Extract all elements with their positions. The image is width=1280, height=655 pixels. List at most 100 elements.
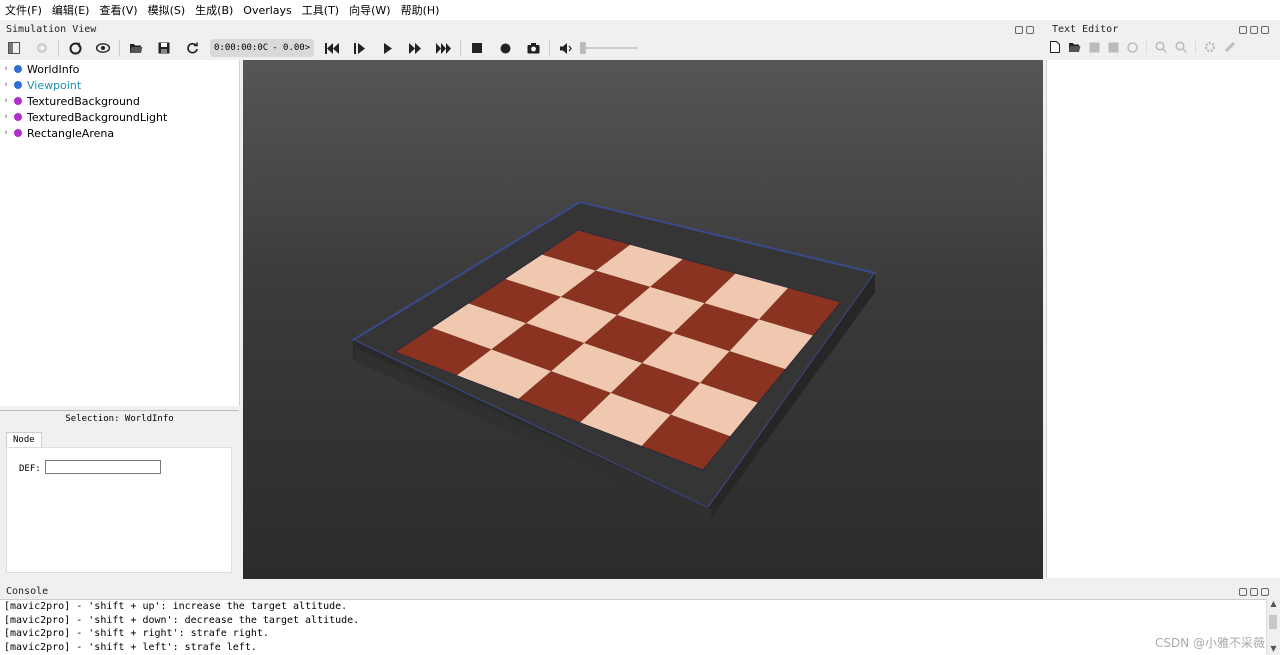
close-icon[interactable] [1026, 26, 1034, 34]
scrollbar-thumb[interactable] [1269, 615, 1277, 629]
toggle-scene-tree-button[interactable] [0, 38, 28, 58]
add-icon [37, 43, 47, 53]
text-editor-title: Text Editor [1052, 24, 1119, 35]
expand-arrow-icon[interactable]: › [0, 128, 12, 138]
screenshot-button[interactable] [519, 38, 547, 58]
def-label: DEF: [19, 464, 41, 474]
volume-slider[interactable] [580, 38, 640, 58]
tree-item-label: TexturedBackgroundLight [27, 110, 168, 124]
toolbar-separator [119, 40, 120, 56]
step-button[interactable] [346, 38, 374, 58]
replace-icon[interactable] [1175, 41, 1187, 53]
volume-track [582, 47, 639, 49]
field-editor-panel: Selection: WorldInfo Node DEF: [0, 410, 239, 579]
close-icon[interactable] [1261, 588, 1269, 596]
new-file-icon[interactable] [1050, 41, 1060, 53]
play-icon [384, 42, 393, 54]
save-file-icon[interactable] [1089, 42, 1100, 53]
menu-view[interactable]: 查看(V) [94, 2, 142, 18]
proto-dot-icon [14, 113, 22, 121]
float-icon[interactable] [1015, 26, 1023, 34]
menu-build[interactable]: 生成(B) [190, 2, 238, 18]
eye-icon [96, 43, 110, 53]
tree-item-label: Viewpoint [27, 78, 82, 92]
expand-arrow-icon[interactable]: › [0, 112, 12, 122]
simulation-time-display: 0:00:00:0C - 0.00> [210, 39, 315, 57]
volume-handle[interactable] [580, 42, 587, 54]
maximize-icon[interactable] [1250, 588, 1258, 596]
watermark: CSDN @小雅不采薇 [1155, 636, 1266, 650]
open-world-button[interactable] [122, 38, 150, 58]
float-icon[interactable] [1239, 26, 1247, 34]
reset-simulation-button[interactable] [178, 38, 206, 58]
simulation-speed: - 0.00> [272, 43, 311, 53]
menu-file[interactable]: 文件(F) [0, 2, 47, 18]
camera-icon [527, 42, 540, 53]
toolbar-separator [1146, 40, 1147, 54]
record-button[interactable] [491, 38, 519, 58]
console-title: Console [6, 586, 49, 597]
toolbar-separator [1195, 40, 1196, 54]
reload-world-button[interactable] [61, 38, 89, 58]
def-input[interactable] [45, 460, 161, 474]
text-editor-toolbar [1050, 40, 1236, 54]
stop-icon [472, 43, 483, 53]
fastest-button[interactable] [430, 38, 458, 58]
tree-item-worldinfo[interactable]: › WorldInfo [0, 61, 239, 77]
menu-bar: 文件(F) 编辑(E) 查看(V) 模拟(S) 生成(B) Overlays 工… [0, 0, 1280, 20]
tree-item-label: TexturedBackground [27, 94, 140, 108]
stop-recording-button[interactable] [463, 38, 491, 58]
find-icon[interactable] [1155, 41, 1167, 53]
menu-simulation[interactable]: 模拟(S) [143, 2, 191, 18]
toolbar-separator [58, 40, 59, 56]
record-icon [500, 43, 511, 53]
scroll-down-icon[interactable]: ▼ [1267, 644, 1280, 653]
fastest-icon [436, 42, 452, 54]
speaker-icon [560, 42, 572, 54]
add-node-button[interactable] [28, 38, 56, 58]
console-output[interactable]: [mavic2pro] - 'shift + up': increase the… [0, 599, 1266, 655]
menu-edit[interactable]: 编辑(E) [47, 2, 95, 18]
tree-item-viewpoint[interactable]: › Viewpoint [0, 77, 239, 93]
panel-icon [8, 42, 20, 54]
arena-scene [350, 200, 877, 522]
menu-help[interactable]: 帮助(H) [396, 2, 445, 18]
menu-overlays[interactable]: Overlays [238, 4, 297, 17]
step-back-button[interactable] [318, 38, 346, 58]
close-icon[interactable] [1261, 26, 1269, 34]
tree-item-texturedbackground[interactable]: › TexturedBackground [0, 93, 239, 109]
menu-tools[interactable]: 工具(T) [297, 2, 344, 18]
expand-arrow-icon[interactable]: › [0, 80, 12, 90]
menu-wizards[interactable]: 向导(W) [344, 2, 395, 18]
float-icon[interactable] [1239, 588, 1247, 596]
build-icon[interactable] [1204, 41, 1216, 53]
node-tab-content: DEF: [6, 447, 232, 573]
reload-world-icon [69, 42, 81, 54]
play-button[interactable] [374, 38, 402, 58]
proto-dot-icon [14, 97, 22, 105]
expand-arrow-icon[interactable]: › [0, 96, 12, 106]
toolbar-separator [549, 40, 551, 56]
mute-button[interactable] [552, 38, 580, 58]
save-as-icon[interactable] [1108, 42, 1119, 53]
view-options-button[interactable] [89, 38, 117, 58]
simulation-3d-view[interactable] [243, 60, 1043, 579]
tree-item-rectanglearena[interactable]: › RectangleArena [0, 125, 239, 141]
revert-icon[interactable] [1127, 41, 1138, 53]
save-world-button[interactable] [150, 38, 178, 58]
tab-node[interactable]: Node [6, 432, 42, 447]
console-line: [mavic2pro] - 'shift + up': increase the… [4, 601, 348, 612]
open-file-icon[interactable] [1068, 42, 1081, 53]
scene-tree: › WorldInfo › Viewpoint › TexturedBackgr… [0, 60, 240, 406]
console-window-controls [1236, 586, 1269, 599]
tree-item-texturedbackgroundlight[interactable]: › TexturedBackgroundLight [0, 109, 239, 125]
fast-forward-button[interactable] [402, 38, 430, 58]
clean-icon[interactable] [1224, 41, 1236, 53]
folder-open-icon [130, 44, 143, 53]
expand-arrow-icon[interactable]: › [0, 64, 12, 74]
maximize-icon[interactable] [1250, 26, 1258, 34]
scroll-up-icon[interactable]: ▲ [1267, 599, 1280, 608]
console-scrollbar[interactable]: ▲ ▼ [1266, 599, 1280, 654]
text-editor-area[interactable] [1046, 60, 1280, 578]
save-icon [158, 42, 170, 54]
